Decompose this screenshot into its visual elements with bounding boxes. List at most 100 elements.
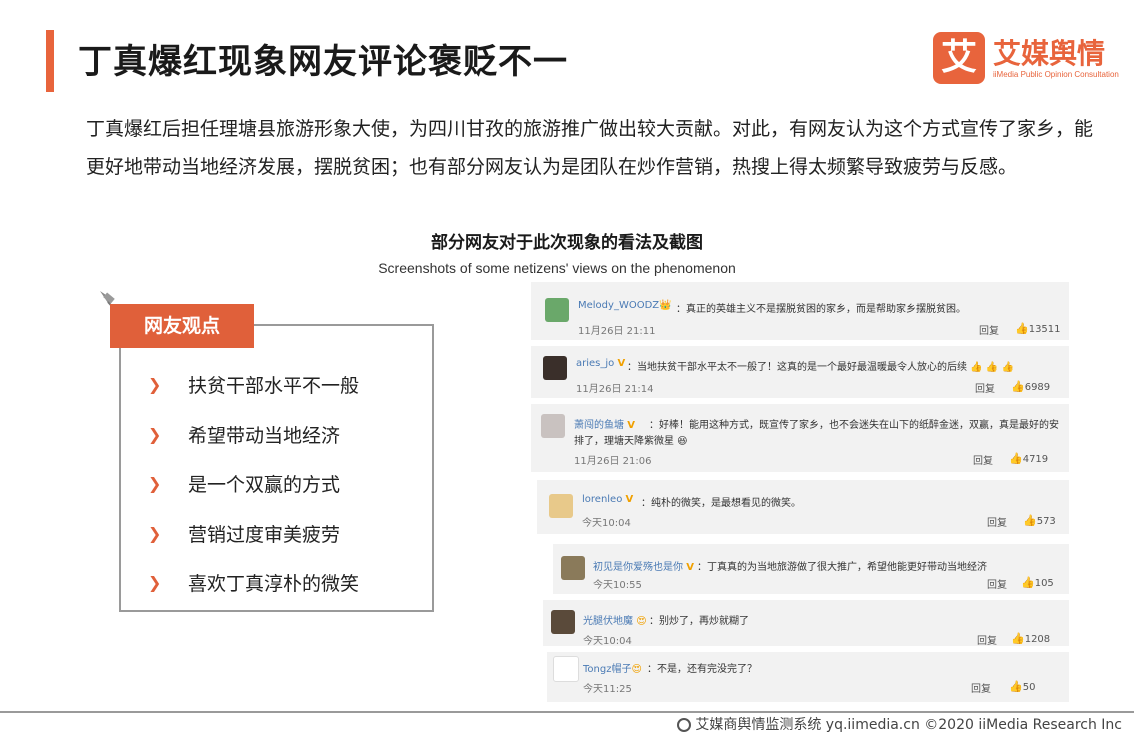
like-count: 105 <box>1034 578 1054 589</box>
badge-icon: 😍 <box>636 616 647 627</box>
reply-button[interactable]: 回复 <box>979 322 999 337</box>
comment-text: ：不是，还有完没完了？ <box>647 664 757 675</box>
comment-username[interactable]: 初见是你爱殇也是你 V <box>593 558 694 573</box>
globe-icon <box>677 718 692 732</box>
comment-username[interactable]: 萧闯的鱼塘 V <box>574 416 635 431</box>
intro-paragraph: 丁真爆红后担任理塘县旅游形象大使，为四川甘孜的旅游推广做出较大贡献。对此，有网友… <box>86 118 1094 178</box>
comment-text: ：当地扶贫干部水平太不一般了！这真的是一个最好最温暖最令人放心的后续 👍 👍 👍 <box>627 362 1014 373</box>
like-button[interactable]: 👍50 <box>1009 680 1035 693</box>
list-item: ❯ 希望带动当地经济 <box>148 410 359 460</box>
comment-text: ：别炒了，再炒就糊了 <box>649 616 749 627</box>
brand-logo: 艾 艾媒舆情 iiMedia Public Opinion Consultati… <box>933 32 1119 86</box>
username-text: Tongz帽子 <box>583 664 632 675</box>
thumbs-up-icon: 👍 <box>1009 680 1023 693</box>
comment-username[interactable]: 光腿伏地魔 😍 <box>583 612 647 627</box>
thumbs-up-icon: 👍 <box>1011 380 1025 393</box>
comment-card: 光腿伏地魔 😍 ：别炒了，再炒就糊了 今天10:04 回复 👍1208 <box>543 600 1069 647</box>
badge-icon: V <box>617 358 626 369</box>
badge-icon: 👑 <box>659 300 672 311</box>
comment-card: Melody_WOODZ👑 ：真正的英雄主义不是摆脱贫困的家乡，而是帮助家乡摆脱… <box>531 282 1069 340</box>
badge-icon: 😍 <box>631 664 642 675</box>
comment-username[interactable]: Tongz帽子😍 <box>583 660 642 675</box>
comment-card: 初见是你爱殇也是你 V ：丁真真的为当地旅游做了很大推广，希望他能更好带动当地经… <box>553 544 1069 594</box>
like-count: 573 <box>1036 516 1056 527</box>
reply-button[interactable]: 回复 <box>977 632 997 647</box>
reply-button[interactable]: 回复 <box>975 380 995 395</box>
chevron-right-icon: ❯ <box>148 523 162 543</box>
reply-button[interactable]: 回复 <box>973 452 993 467</box>
comment-time: 11月26日 21:11 <box>578 326 656 337</box>
like-button[interactable]: 👍573 <box>1023 514 1056 527</box>
comment-card: aries_jo V ：当地扶贫干部水平太不一般了！这真的是一个最好最温暖最令人… <box>531 346 1069 398</box>
comment-text: ：真正的英雄主义不是摆脱贫困的家乡，而是帮助家乡摆脱贫困。 <box>676 304 966 315</box>
badge-icon: V <box>686 562 694 573</box>
like-button[interactable]: 👍4719 <box>1009 452 1048 465</box>
list-item: ❯ 营销过度审美疲劳 <box>148 509 359 559</box>
comment-username[interactable]: Melody_WOODZ👑 <box>578 300 672 311</box>
like-count: 6989 <box>1024 382 1051 393</box>
username-text: Melody_WOODZ <box>578 300 660 311</box>
opinion-text: 希望带动当地经济 <box>188 424 341 447</box>
avatar <box>553 656 579 682</box>
avatar <box>551 610 575 634</box>
comment-screenshots: Melody_WOODZ👑 ：真正的英雄主义不是摆脱贫困的家乡，而是帮助家乡摆脱… <box>531 282 1071 705</box>
reply-button[interactable]: 回复 <box>971 680 991 695</box>
figure-title: 部分网友对于此次现象的看法及截图 <box>431 233 703 253</box>
footer-text: 艾媒商舆情监测系统 yq.iimedia.cn ©2020 iiMedia Re… <box>695 717 1122 733</box>
username-text: 初见是你爱殇也是你 <box>593 562 683 573</box>
comment-username[interactable]: aries_jo V <box>576 358 625 369</box>
reply-button[interactable]: 回复 <box>987 514 1007 529</box>
avatar <box>543 356 567 380</box>
title-accent-bar <box>46 30 54 92</box>
comment-card: Tongz帽子😍 ：不是，还有完没完了？ 今天11:25 回复 👍50 <box>547 652 1069 702</box>
like-count: 4719 <box>1022 454 1049 465</box>
comment-time: 今天10:04 <box>582 518 631 529</box>
like-count: 50 <box>1022 682 1036 693</box>
like-button[interactable]: 👍13511 <box>1015 322 1061 335</box>
logo-name: 艾媒舆情 <box>993 37 1106 70</box>
thumbs-up-icon: 👍 <box>1011 632 1025 645</box>
list-item: ❯ 喜欢丁真淳朴的微笑 <box>148 558 359 608</box>
comment-username[interactable]: lorenleo V <box>582 494 633 505</box>
username-text: lorenleo <box>582 494 623 505</box>
opinion-text: 扶贫干部水平不一般 <box>188 375 360 398</box>
like-button[interactable]: 👍6989 <box>1011 380 1050 393</box>
comment-time: 11月26日 21:06 <box>574 456 652 467</box>
list-item: ❯ 是一个双赢的方式 <box>148 459 359 509</box>
comment-time: 11月26日 21:14 <box>576 384 654 395</box>
like-button[interactable]: 👍105 <box>1021 576 1054 589</box>
comment-text-continued: 排了，理塘天降紫微星 😆 <box>574 436 688 447</box>
chevron-right-icon: ❯ <box>148 474 162 494</box>
thumbs-up-icon: 👍 <box>1021 576 1035 589</box>
username-text: aries_jo <box>576 358 615 369</box>
like-button[interactable]: 👍1208 <box>1011 632 1050 645</box>
opinion-text: 是一个双赢的方式 <box>188 474 341 497</box>
logo-mark-icon: 艾 <box>933 32 985 84</box>
username-text: 光腿伏地魔 <box>583 616 633 627</box>
username-text: 萧闯的鱼塘 <box>574 420 624 431</box>
comment-text: ：纯朴的微笑，是最想看见的微笑。 <box>641 498 801 509</box>
opinion-text: 喜欢丁真淳朴的微笑 <box>188 573 360 596</box>
reply-button[interactable]: 回复 <box>987 576 1007 591</box>
avatar <box>549 494 573 518</box>
opinion-header: 网友观点 <box>110 304 254 348</box>
like-count: 13511 <box>1028 324 1061 335</box>
thumbs-up-icon: 👍 <box>1015 322 1029 335</box>
chevron-right-icon: ❯ <box>148 424 162 444</box>
comment-text: ：好棒！能用这种方式，既宣传了家乡，也不会迷失在山下的纸醉金迷，双赢，真是最好的… <box>649 420 1059 431</box>
comment-card: 萧闯的鱼塘 V ：好棒！能用这种方式，既宣传了家乡，也不会迷失在山下的纸醉金迷，… <box>531 404 1069 472</box>
thumbs-up-icon: 👍 <box>1009 452 1023 465</box>
avatar <box>545 298 569 322</box>
footer-divider <box>0 711 1134 713</box>
thumbs-up-icon: 👍 <box>1023 514 1037 527</box>
comment-time: 今天11:25 <box>583 684 632 695</box>
chevron-right-icon: ❯ <box>148 375 162 395</box>
badge-icon: V <box>625 494 634 505</box>
like-count: 1208 <box>1024 634 1051 645</box>
badge-icon: V <box>627 420 635 431</box>
opinion-list: ❯ 扶贫干部水平不一般 ❯ 希望带动当地经济 ❯ 是一个双赢的方式 ❯ 营销过度审美疲劳… <box>148 360 359 608</box>
page-title: 丁真爆红现象网友评论褒贬不一 <box>78 42 568 82</box>
list-item: ❯ 扶贫干部水平不一般 <box>148 360 359 410</box>
comment-time: 今天10:55 <box>593 580 642 591</box>
avatar <box>561 556 585 580</box>
